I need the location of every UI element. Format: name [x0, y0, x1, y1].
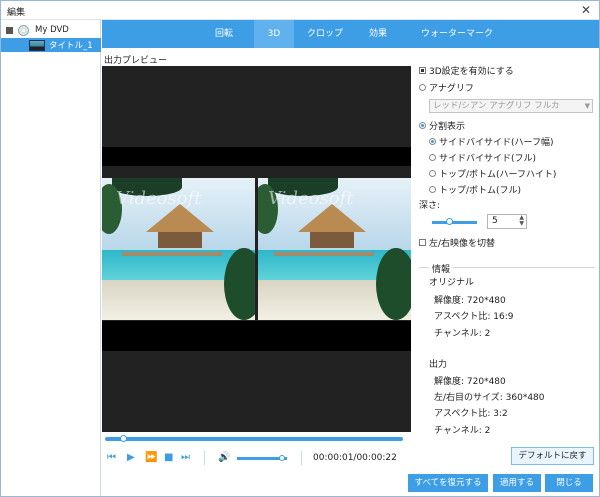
watermark-text-right: Videosoft [268, 188, 354, 209]
checkbox-icon[interactable] [419, 239, 426, 246]
split-option-label: サイドバイサイド(ハーフ幅) [439, 138, 554, 148]
radio-icon[interactable] [429, 186, 436, 193]
tab-effect[interactable]: 効果 [358, 20, 398, 48]
depth-label: 深さ: [419, 201, 441, 211]
output-title: 出力 [429, 360, 448, 370]
split-option-sbs-full[interactable]: サイドバイサイド(フル) [429, 151, 536, 164]
depth-value: 5 [492, 216, 498, 226]
preview-label: 出力プレビュー [104, 56, 168, 66]
playback-progress-handle[interactable] [119, 435, 127, 442]
close-button[interactable]: 閉じる [545, 474, 593, 492]
fast-forward-icon[interactable]: ⏩ [145, 452, 157, 463]
title-tree: My DVD タイトル_1 [1, 20, 101, 496]
stop-icon[interactable]: ■ [164, 452, 173, 463]
skip-forward-icon[interactable]: ⏭ [181, 452, 190, 463]
checkbox-checked-icon[interactable] [419, 67, 426, 74]
enable-3d-label: 3D設定を有効にする [429, 67, 514, 77]
radio-selected-icon[interactable] [419, 122, 426, 129]
info-title: 情報 [429, 262, 454, 275]
split-option-tb-half[interactable]: トップ/ボトム(ハーフハイト) [429, 167, 556, 180]
volume-icon[interactable]: 🔊 [218, 452, 230, 463]
anaglyph-label: アナグリフ [429, 84, 474, 94]
control-divider [204, 451, 205, 465]
radio-selected-icon[interactable] [429, 138, 436, 145]
anaglyph-select-value: レッド/シアン アナグリフ フルカ [433, 101, 560, 111]
play-icon[interactable]: ▶ [127, 452, 135, 463]
title-bar: 編集 ✕ [1, 1, 599, 20]
anaglyph-radio[interactable]: アナグリフ [419, 81, 474, 94]
preview-left-eye: Videosoft [102, 178, 255, 320]
tab-3d[interactable]: 3D [254, 20, 294, 48]
radio-icon[interactable] [429, 154, 436, 161]
output-aspect: アスペクト比: 3:2 [434, 409, 508, 419]
swap-eyes-checkbox[interactable]: 左/右映像を切替 [419, 236, 495, 249]
window-title: 編集 [7, 8, 26, 18]
video-thumbnail-icon [29, 39, 45, 51]
tree-item-dvd[interactable]: My DVD [1, 23, 101, 37]
swap-eyes-label: 左/右映像を切替 [429, 239, 496, 249]
original-aspect: アスペクト比: 16:9 [434, 312, 514, 322]
anaglyph-select[interactable]: レッド/シアン アナグリフ フルカ ▼ [429, 99, 593, 113]
skip-back-icon[interactable]: ⏮ [107, 452, 116, 463]
disc-icon [18, 24, 29, 36]
depth-slider-handle[interactable] [446, 218, 453, 225]
apply-button[interactable]: 適用する [493, 474, 541, 492]
split-view-label: 分割表示 [429, 122, 466, 132]
restore-all-button[interactable]: すべてを復元する [408, 474, 488, 492]
letterbox-bottom [102, 321, 411, 351]
split-option-label: サイドバイサイド(フル) [439, 154, 537, 164]
timecode: 00:00:01/00:00:22 [313, 453, 397, 463]
tab-watermark[interactable]: ウォーターマーク [414, 20, 500, 48]
stepper-arrows-icon[interactable]: ▲ ▼ [519, 215, 524, 227]
original-title: オリジナル [429, 278, 475, 288]
edit-tabs: 回転 3D クロップ 効果 ウォーターマーク [102, 20, 599, 48]
split-option-label: トップ/ボトム(ハーフハイト) [439, 170, 557, 180]
preview-right-eye: Videosoft [258, 178, 411, 320]
depth-slider[interactable] [432, 221, 477, 224]
split-option-tb-full[interactable]: トップ/ボトム(フル) [429, 183, 521, 196]
output-eye-size: 左/右目のサイズ: 360*480 [434, 393, 545, 403]
reset-defaults-button[interactable]: デフォルトに戻す [511, 447, 594, 465]
edit-window: 編集 ✕ My DVD タイトル_1 回転 3D クロップ 効果 ウォーターマー… [0, 0, 600, 497]
volume-slider-handle[interactable] [279, 455, 285, 461]
control-divider [301, 451, 302, 465]
depth-stepper[interactable]: 5 ▲ ▼ [487, 214, 527, 229]
original-channels: チャンネル: 2 [434, 329, 491, 339]
radio-icon[interactable] [419, 84, 426, 91]
enable-3d-checkbox[interactable]: 3D設定を有効にする [419, 64, 514, 77]
letterbox-top [102, 147, 411, 166]
original-resolution: 解像度: 720*480 [434, 296, 506, 306]
split-option-sbs-half[interactable]: サイドバイサイド(ハーフ幅) [429, 135, 553, 148]
output-resolution: 解像度: 720*480 [434, 377, 506, 387]
output-channels: チャンネル: 2 [434, 426, 491, 436]
playback-progress-bar[interactable] [105, 437, 403, 441]
chevron-down-icon: ▼ [584, 102, 590, 110]
tree-item-dvd-label: My DVD [35, 25, 69, 35]
close-icon[interactable]: ✕ [581, 3, 591, 17]
tab-crop[interactable]: クロップ [298, 20, 352, 48]
collapse-icon[interactable] [6, 26, 13, 34]
output-preview: Videosoft Videosoft [102, 66, 411, 432]
tab-rotate[interactable]: 回転 [199, 20, 249, 48]
split-view-radio[interactable]: 分割表示 [419, 119, 465, 132]
radio-icon[interactable] [429, 170, 436, 177]
watermark-text-left: Videosoft [116, 188, 202, 209]
split-option-label: トップ/ボトム(フル) [439, 186, 522, 196]
tree-item-title-1-label: タイトル_1 [49, 41, 93, 51]
tree-item-title-1[interactable]: タイトル_1 [1, 38, 101, 52]
